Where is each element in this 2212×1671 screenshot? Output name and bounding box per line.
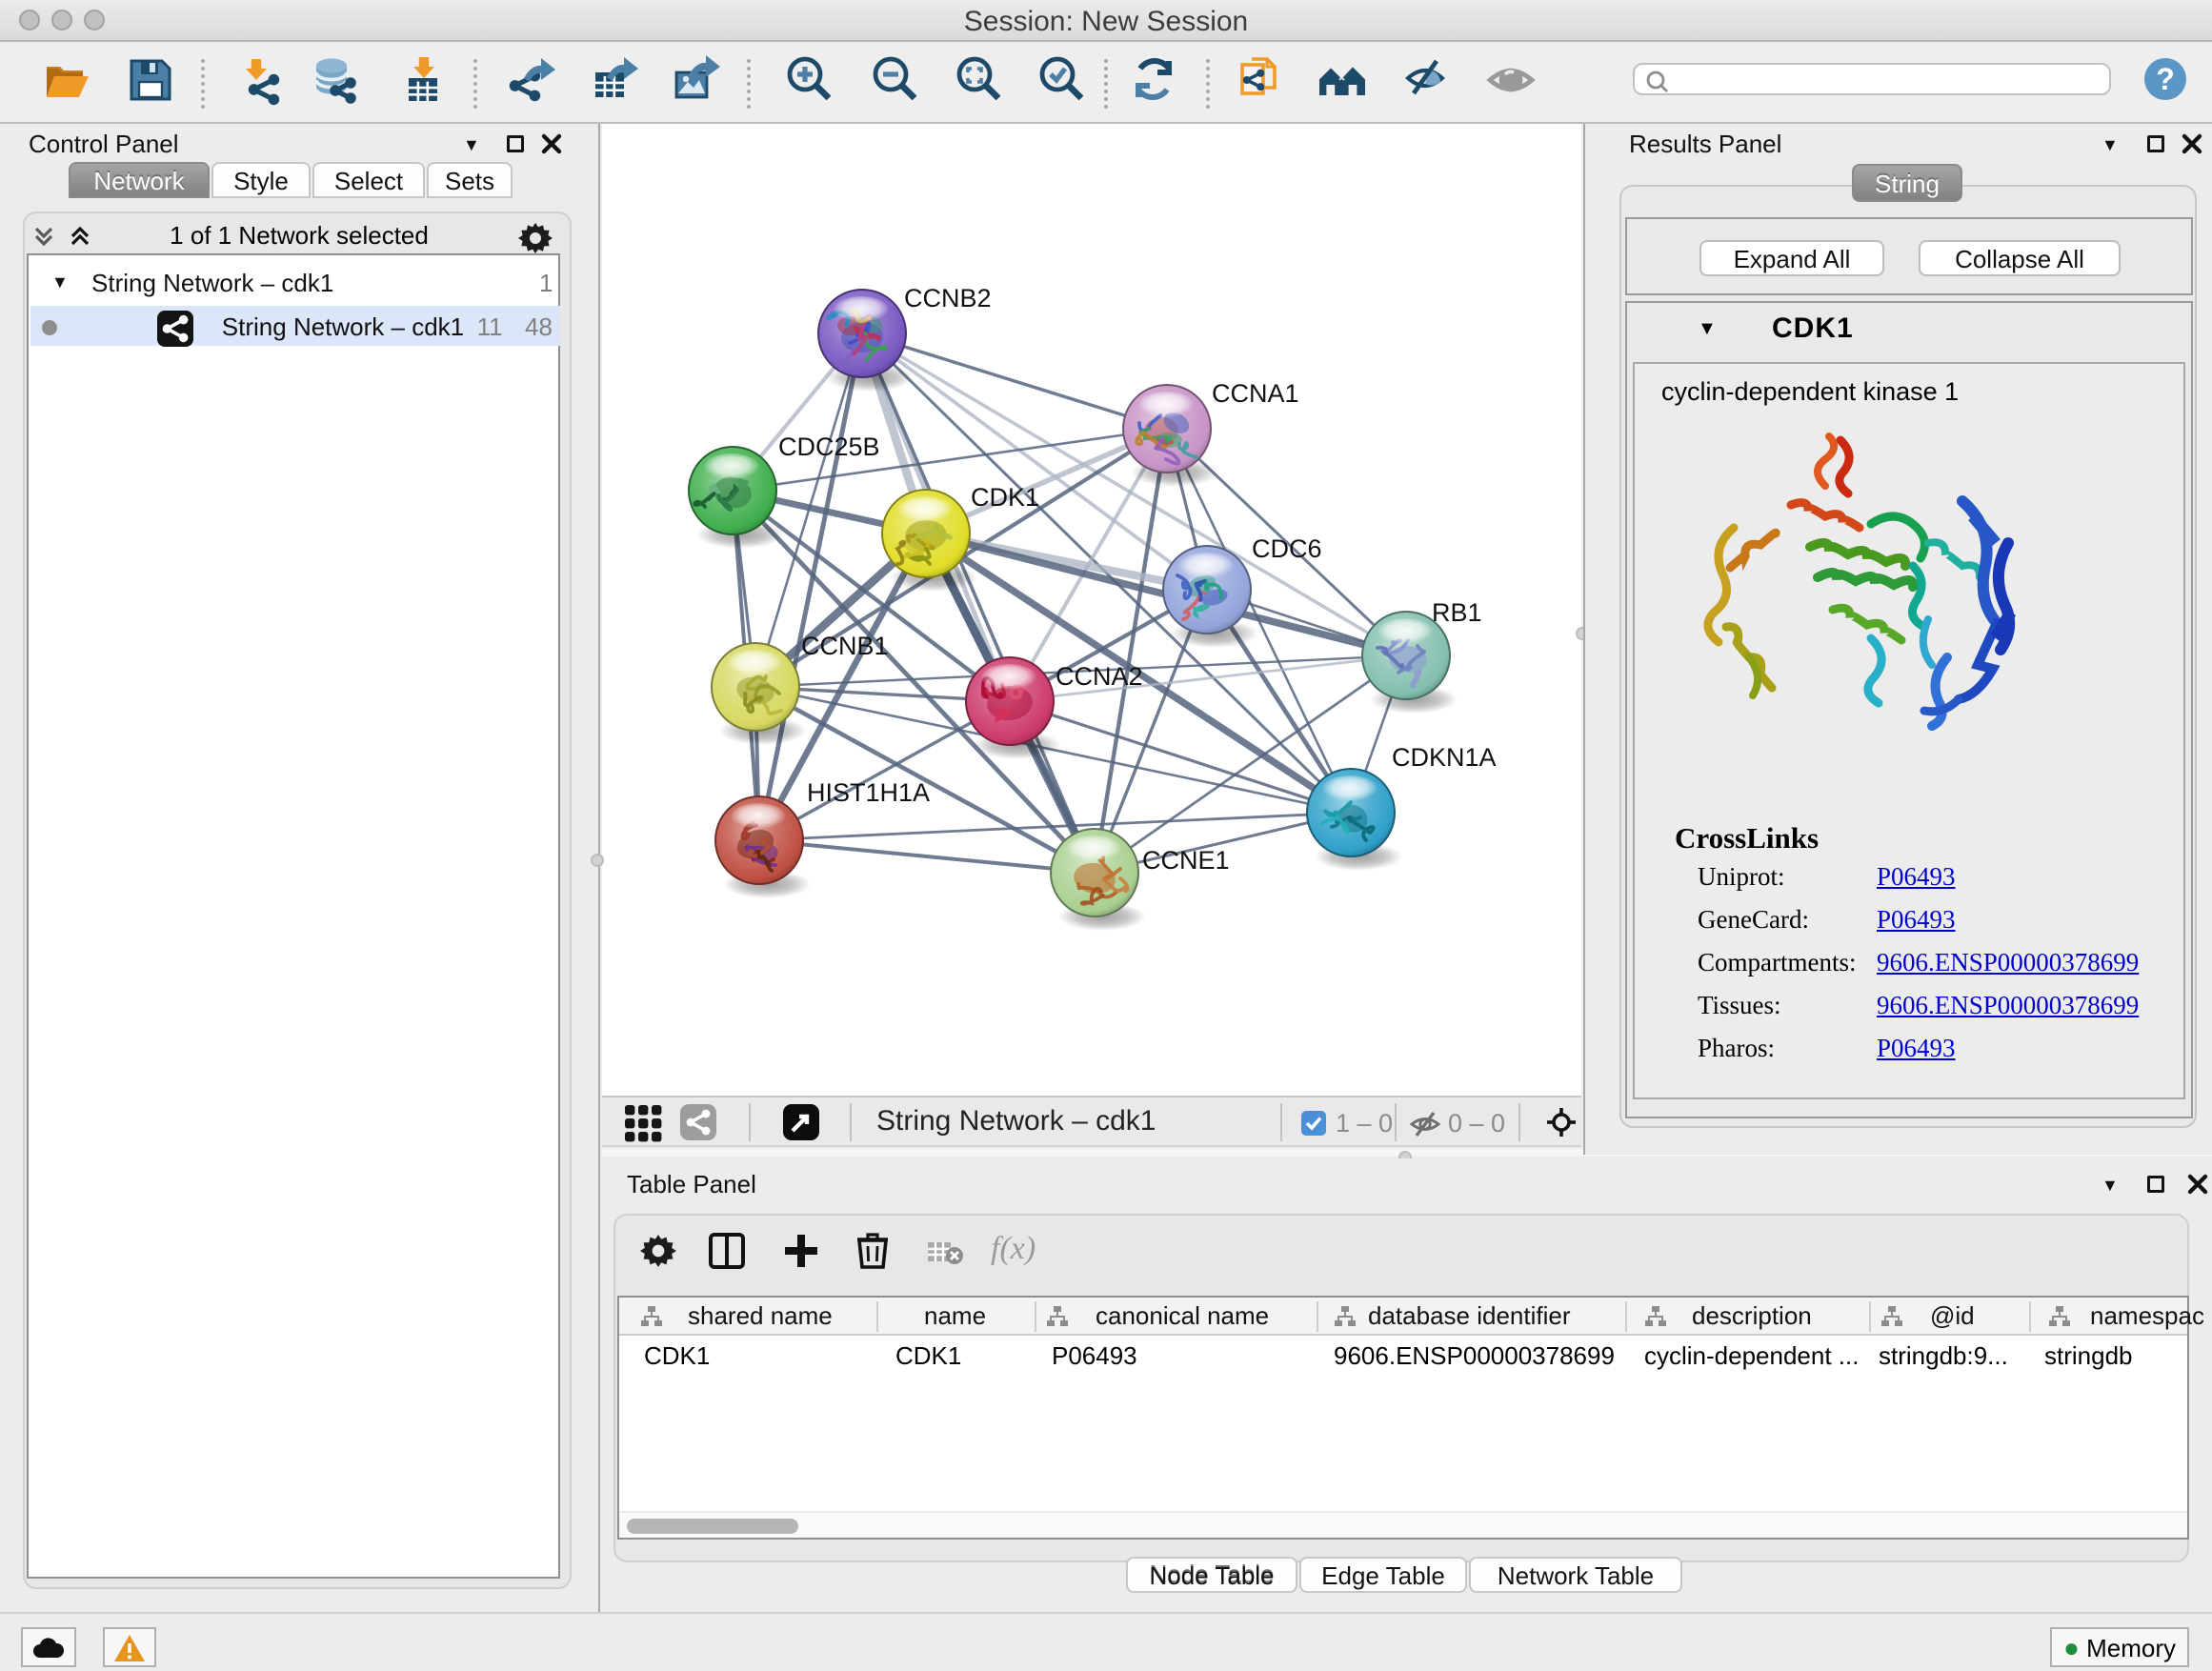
svg-text:CCNE1: CCNE1 bbox=[1142, 846, 1230, 875]
svg-text:CDC6: CDC6 bbox=[1252, 534, 1322, 563]
svg-text:CDKN1A: CDKN1A bbox=[1392, 743, 1497, 772]
svg-text:CCNB2: CCNB2 bbox=[904, 284, 992, 312]
svg-text:CCNA2: CCNA2 bbox=[1056, 662, 1143, 691]
svg-text:CCNA1: CCNA1 bbox=[1212, 379, 1299, 408]
svg-text:CCNB1: CCNB1 bbox=[801, 632, 889, 660]
svg-text:RB1: RB1 bbox=[1432, 598, 1482, 627]
svg-text:HIST1H1A: HIST1H1A bbox=[807, 778, 930, 807]
svg-text:CDK1: CDK1 bbox=[971, 483, 1039, 512]
svg-text:CDC25B: CDC25B bbox=[778, 433, 880, 461]
svg-text:?: ? bbox=[2156, 62, 2175, 96]
